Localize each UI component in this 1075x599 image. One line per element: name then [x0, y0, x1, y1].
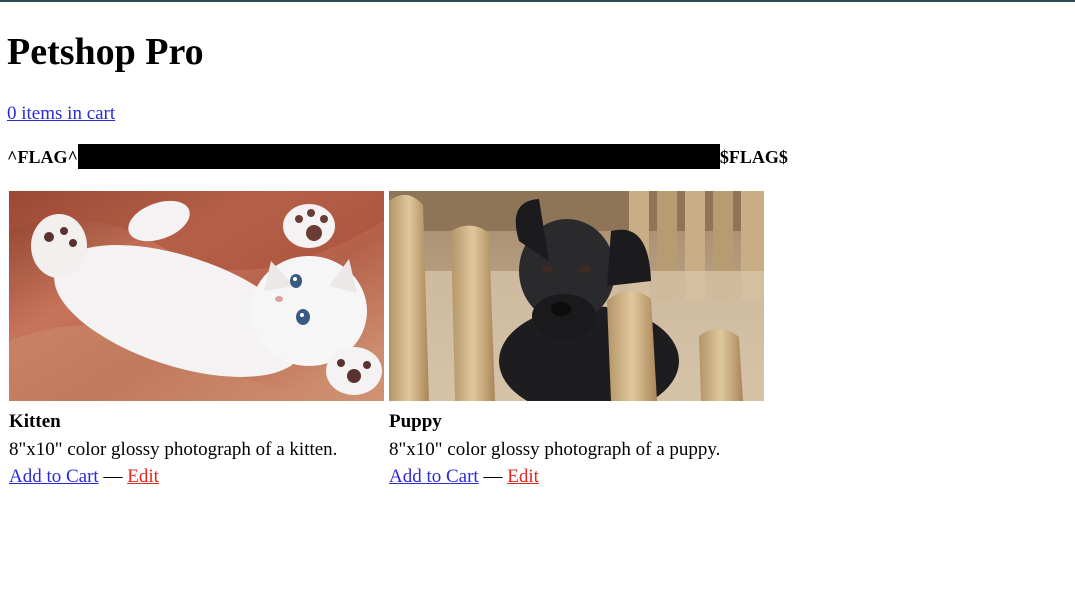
product-card-puppy: Puppy 8"x10" color glossy photograph of …	[389, 191, 764, 490]
page-title: Petshop Pro	[7, 31, 204, 73]
product-actions: Add to Cart — Edit	[9, 464, 384, 490]
product-description: 8"x10" color glossy photograph of a kitt…	[9, 439, 338, 460]
kitten-photo	[9, 191, 384, 401]
edit-link[interactable]: Edit	[507, 466, 539, 487]
product-name: Kitten	[9, 411, 61, 432]
product-list: Kitten 8"x10" color glossy photograph of…	[9, 191, 769, 490]
product-card-kitten: Kitten 8"x10" color glossy photograph of…	[9, 191, 384, 490]
flag-suffix: $FLAG$	[719, 146, 788, 167]
add-to-cart-link[interactable]: Add to Cart	[9, 466, 99, 487]
product-name: Puppy	[389, 411, 442, 432]
edit-link[interactable]: Edit	[127, 466, 159, 487]
action-separator: —	[103, 466, 123, 487]
product-actions: Add to Cart — Edit	[389, 464, 764, 490]
flag-redaction-bar	[77, 144, 720, 169]
flag-line: ^FLAG^ $FLAG$	[7, 144, 788, 169]
puppy-photo	[389, 191, 764, 401]
top-border	[0, 0, 1075, 2]
action-separator: —	[483, 466, 503, 487]
cart-link[interactable]: 0 items in cart	[7, 102, 115, 126]
add-to-cart-link[interactable]: Add to Cart	[389, 466, 479, 487]
product-description: 8"x10" color glossy photograph of a pupp…	[389, 439, 721, 460]
flag-prefix: ^FLAG^	[7, 146, 78, 167]
